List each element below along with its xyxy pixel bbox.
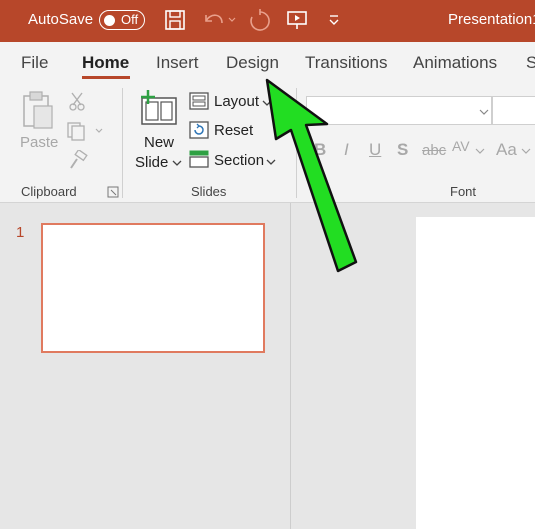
group-separator [122,88,123,198]
ribbon-home: Paste Clipboard New Slide Layout Reset S… [0,82,535,203]
dialog-launcher-icon[interactable] [107,186,119,198]
clipboard-group-label: Clipboard [21,184,77,199]
font-size-combo[interactable] [492,96,535,125]
chevron-down-icon[interactable] [475,146,485,156]
tab-file[interactable]: File [21,53,48,73]
chevron-down-icon[interactable] [172,158,182,168]
slides-group-label: Slides [191,184,227,199]
title-bar: AutoSave Off Presentation1 [0,0,535,42]
copy-icon[interactable] [66,121,106,141]
powerpoint-window: AutoSave Off Presentation1 File Home Ins… [0,0,535,529]
section-icon[interactable] [189,150,209,168]
font-group-label: Font [450,184,477,199]
tab-insert[interactable]: Insert [156,53,199,73]
tab-design[interactable]: Design [226,53,279,73]
autosave-state: Off [121,12,139,27]
underline-button[interactable]: U [369,140,381,160]
new-slide-label-line2[interactable]: Slide [135,154,168,171]
chevron-down-icon[interactable] [262,98,272,108]
bold-button[interactable]: B [314,140,326,160]
slide-canvas[interactable] [416,217,535,529]
paste-icon[interactable] [22,90,54,130]
reset-icon[interactable] [189,121,209,139]
reset-label[interactable]: Reset [214,122,253,139]
font-name-combo[interactable] [306,96,492,125]
section-label[interactable]: Section [214,152,264,169]
document-title: Presentation1 [448,11,535,28]
tab-animations[interactable]: Animations [413,53,497,73]
slide-thumbnail[interactable] [41,223,265,353]
chevron-down-icon[interactable] [266,157,276,167]
slide-number: 1 [16,224,25,241]
tab-slideshow[interactable]: S [526,53,535,73]
ribbon-tabs: File Home Insert Design Transitions Anim… [0,42,535,82]
format-painter-icon[interactable] [68,150,88,170]
italic-button[interactable]: I [344,140,349,160]
layout-label[interactable]: Layout [214,93,259,110]
tab-home[interactable]: Home [82,53,129,73]
new-slide-icon[interactable] [138,88,178,128]
change-case-button[interactable]: Aa [496,140,517,160]
chevron-down-icon[interactable] [521,146,531,156]
autosave-label: AutoSave [28,11,94,28]
new-slide-label-line1[interactable]: New [144,134,174,151]
toggle-knob [104,14,115,26]
layout-icon[interactable] [189,92,209,110]
autosave-toggle[interactable]: Off [99,10,145,30]
shadow-button[interactable]: S [397,140,408,160]
cut-icon[interactable] [68,91,86,111]
chevron-down-icon [479,109,489,115]
paste-label[interactable]: Paste [20,134,58,151]
redo-icon[interactable] [248,9,272,33]
customize-qat-icon[interactable] [328,14,340,26]
character-spacing-button[interactable]: AV [452,138,470,154]
undo-icon[interactable] [200,9,238,31]
present-icon[interactable] [286,9,308,31]
save-icon[interactable] [164,9,186,31]
group-separator [296,88,297,198]
active-tab-indicator [82,76,130,79]
tab-transitions[interactable]: Transitions [305,53,388,73]
strikethrough-button[interactable]: abc [422,142,446,159]
